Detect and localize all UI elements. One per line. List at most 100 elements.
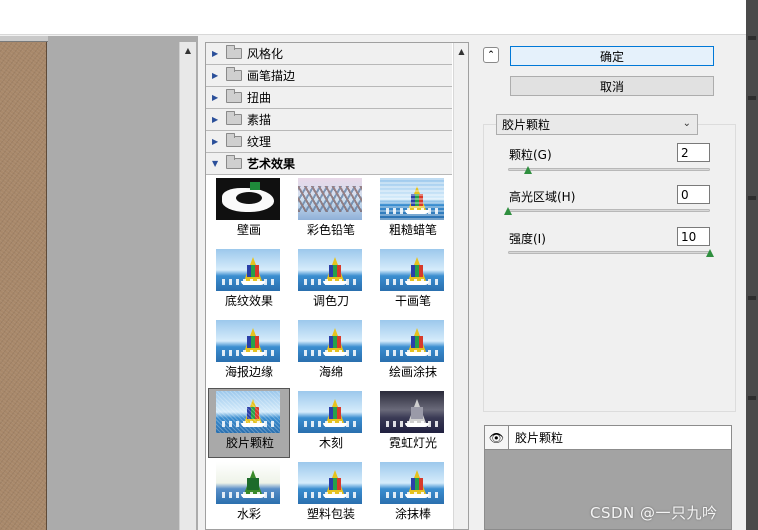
filter-thumb-rough-pastels[interactable]: 粗糙蜡笔 (372, 175, 454, 245)
edge-notch (748, 96, 756, 100)
filter-label: 彩色铅笔 (306, 223, 355, 237)
filter-label: 粗糙蜡笔 (388, 223, 437, 237)
filter-preview-image (216, 462, 280, 504)
filter-preview-image (298, 391, 362, 433)
collapse-gallery-button[interactable]: ⌃ (483, 47, 499, 63)
filter-preview-image (216, 320, 280, 362)
preview-canvas[interactable] (0, 42, 47, 530)
filter-label: 调色刀 (312, 294, 349, 308)
scroll-up-icon[interactable]: ▲ (454, 43, 468, 59)
filter-preview-image (298, 462, 362, 504)
filter-thumb-poster-edges[interactable]: 海报边缘 (208, 317, 290, 387)
highlight-area-input[interactable]: 0 (677, 185, 710, 204)
filter-label: 塑料包装 (306, 507, 355, 521)
filter-thumb-fresco[interactable]: 壁画 (208, 175, 290, 245)
category-sketch[interactable]: ▶ 素描 (206, 109, 452, 131)
category-label: 素描 (247, 113, 272, 127)
category-label: 画笔描边 (247, 69, 296, 83)
category-texture[interactable]: ▶ 纹理 (206, 131, 452, 153)
edge-notch (748, 36, 756, 40)
edge-notch (748, 396, 756, 400)
grain-slider[interactable] (508, 166, 710, 175)
scroll-up-icon[interactable]: ▲ (180, 42, 196, 58)
filter-gallery[interactable]: ▶ 风格化 ▶ 画笔描边 ▶ 扭曲 ▶ 素描 ▶ 纹理 ▼ 艺术效果 壁画 彩色… (205, 42, 469, 530)
grain-input[interactable]: 2 (677, 143, 710, 162)
folder-icon (226, 89, 242, 103)
intensity-slider[interactable] (508, 249, 714, 258)
folder-icon (226, 45, 242, 59)
filter-preview-image (298, 249, 362, 291)
filter-label: 底纹效果 (224, 294, 273, 308)
preview-area[interactable]: ▲ (0, 36, 198, 530)
filter-select-value: 胶片颗粒 (502, 118, 551, 132)
collapse-triangle-icon[interactable]: ▼ (212, 159, 220, 168)
slider-thumb[interactable] (504, 207, 512, 215)
expand-triangle-icon[interactable]: ▶ (212, 137, 220, 146)
intensity-label: 强度(I) (509, 232, 546, 246)
edge-notch (748, 196, 756, 200)
category-label: 艺术效果 (247, 157, 296, 171)
category-brush-strokes[interactable]: ▶ 画笔描边 (206, 65, 452, 87)
filter-preview-image (380, 462, 444, 504)
expand-triangle-icon[interactable]: ▶ (212, 93, 220, 102)
watermark: CSDN @一只九吟 (590, 504, 718, 522)
category-stylize[interactable]: ▶ 风格化 (206, 43, 452, 65)
filter-thumb-smudge-stick[interactable]: 涂抹棒 (372, 459, 454, 529)
window-edge (746, 0, 758, 530)
edge-notch (748, 296, 756, 300)
slider-track[interactable] (508, 168, 710, 171)
filter-thumb-underpainting[interactable]: 底纹效果 (208, 246, 290, 316)
filter-label: 胶片颗粒 (225, 436, 274, 450)
filter-preview-image (298, 320, 362, 362)
category-artistic[interactable]: ▼ 艺术效果 (206, 153, 452, 175)
folder-icon (226, 133, 242, 147)
filter-label: 霓虹灯光 (388, 436, 437, 450)
filter-thumb-watercolor[interactable]: 水彩 (208, 459, 290, 529)
expand-triangle-icon[interactable]: ▶ (212, 115, 220, 124)
chevron-down-icon[interactable]: ⌄ (683, 118, 691, 129)
filter-thumb-dry-brush[interactable]: 干画笔 (372, 246, 454, 316)
slider-track[interactable] (508, 251, 710, 254)
filter-thumb-palette-knife[interactable]: 调色刀 (290, 246, 372, 316)
filter-preview-image (216, 391, 280, 433)
category-distort[interactable]: ▶ 扭曲 (206, 87, 452, 109)
folder-icon (226, 67, 242, 81)
open-folder-icon (226, 155, 242, 169)
slider-thumb[interactable] (706, 249, 714, 257)
filter-select[interactable]: 胶片颗粒 ⌄ (496, 114, 698, 135)
filter-thumb-neon-glow[interactable]: 霓虹灯光 (372, 388, 454, 458)
effect-layer-row[interactable]: 👁 胶片颗粒 (485, 426, 731, 450)
highlight-area-slider[interactable] (504, 207, 710, 216)
filter-thumb-plastic-wrap[interactable]: 塑料包装 (290, 459, 372, 529)
category-label: 风格化 (247, 47, 284, 61)
intensity-input[interactable]: 10 (677, 227, 710, 246)
filter-preview-image (216, 249, 280, 291)
filter-preview-image (216, 178, 280, 220)
highlight-area-label: 高光区域(H) (509, 190, 576, 204)
filter-preview-image (380, 391, 444, 433)
cancel-button[interactable]: 取消 (510, 76, 714, 96)
filter-label: 海绵 (318, 365, 343, 379)
expand-triangle-icon[interactable]: ▶ (212, 49, 220, 58)
filter-label: 绘画涂抹 (388, 365, 437, 379)
filter-thumb-colored-pencil[interactable]: 彩色铅笔 (290, 175, 372, 245)
effect-layer-label: 胶片颗粒 (515, 431, 564, 445)
filter-thumb-paint-daubs[interactable]: 绘画涂抹 (372, 317, 454, 387)
filter-label: 壁画 (236, 223, 261, 237)
expand-triangle-icon[interactable]: ▶ (212, 71, 220, 80)
dialog-title-bar (0, 0, 748, 35)
eye-icon[interactable]: 👁 (485, 426, 509, 449)
filter-thumb-film-grain[interactable]: 胶片颗粒 (208, 388, 290, 458)
filter-thumb-sponge[interactable]: 海绵 (290, 317, 372, 387)
filter-label: 水彩 (236, 507, 261, 521)
gallery-scrollbar[interactable]: ▲ (453, 43, 468, 529)
filter-label: 干画笔 (394, 294, 431, 308)
ok-button[interactable]: 确定 (510, 46, 714, 66)
slider-thumb[interactable] (524, 166, 533, 174)
preview-scrollbar[interactable]: ▲ (179, 42, 196, 530)
grain-label: 颗粒(G) (509, 148, 552, 162)
folder-icon (226, 111, 242, 125)
filter-thumb-cutout[interactable]: 木刻 (290, 388, 372, 458)
category-label: 扭曲 (247, 91, 272, 105)
slider-track[interactable] (508, 209, 710, 212)
